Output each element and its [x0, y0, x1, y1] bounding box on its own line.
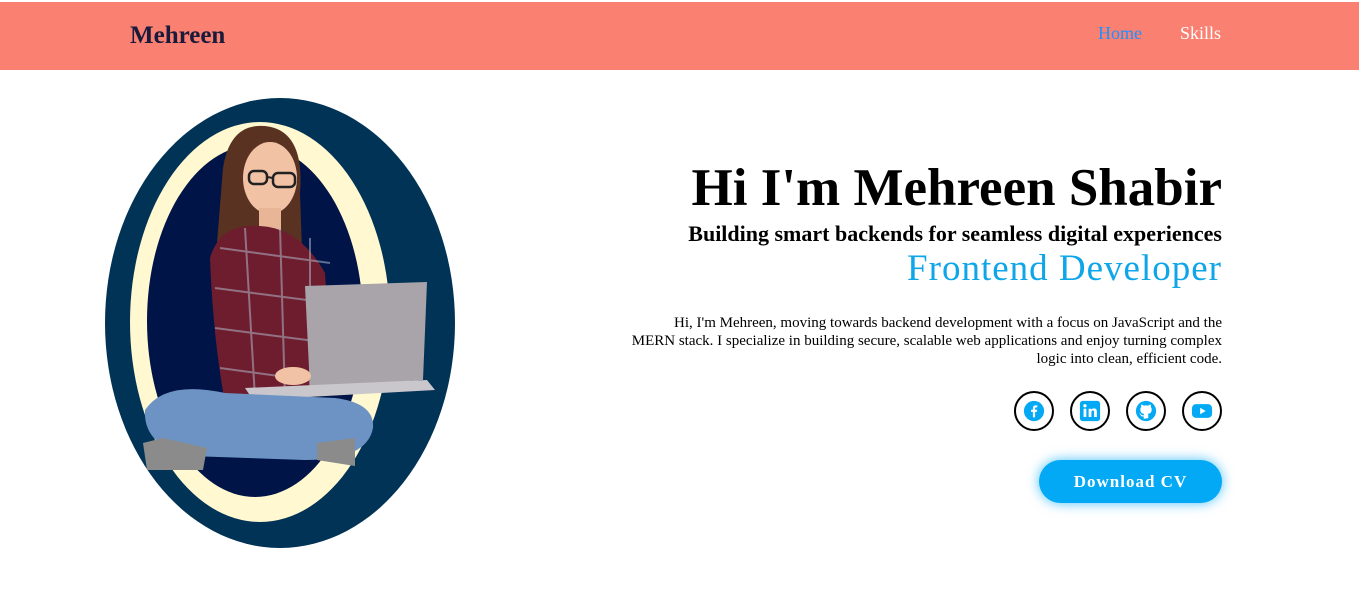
- social-links: [1014, 391, 1222, 431]
- brand-logo[interactable]: Mehreen: [130, 22, 225, 50]
- nav-links: Home Skills: [1098, 23, 1221, 44]
- hero-description: Hi, I'm Mehreen, moving towards backend …: [631, 315, 1222, 367]
- nav-link-home[interactable]: Home: [1098, 23, 1142, 44]
- youtube-icon: [1191, 404, 1213, 418]
- linkedin-link[interactable]: [1070, 391, 1110, 431]
- hero-title: Hi I'm Mehreen Shabir: [691, 159, 1223, 217]
- github-link[interactable]: [1126, 391, 1166, 431]
- portrait-illustration: [105, 98, 455, 548]
- profile-portrait: [105, 98, 455, 548]
- nav-link-skills[interactable]: Skills: [1180, 23, 1221, 44]
- github-icon: [1135, 400, 1157, 422]
- facebook-icon: [1023, 400, 1045, 422]
- hero-section: Hi I'm Mehreen Shabir Building smart bac…: [600, 155, 1222, 291]
- linkedin-icon: [1079, 400, 1101, 422]
- download-cv-button[interactable]: Download CV: [1039, 460, 1222, 503]
- youtube-link[interactable]: [1182, 391, 1222, 431]
- hero-role: Frontend Developer: [907, 248, 1222, 289]
- hero-subtitle: Building smart backends for seamless dig…: [688, 221, 1222, 246]
- facebook-link[interactable]: [1014, 391, 1054, 431]
- navbar: Mehreen Home Skills: [0, 2, 1359, 70]
